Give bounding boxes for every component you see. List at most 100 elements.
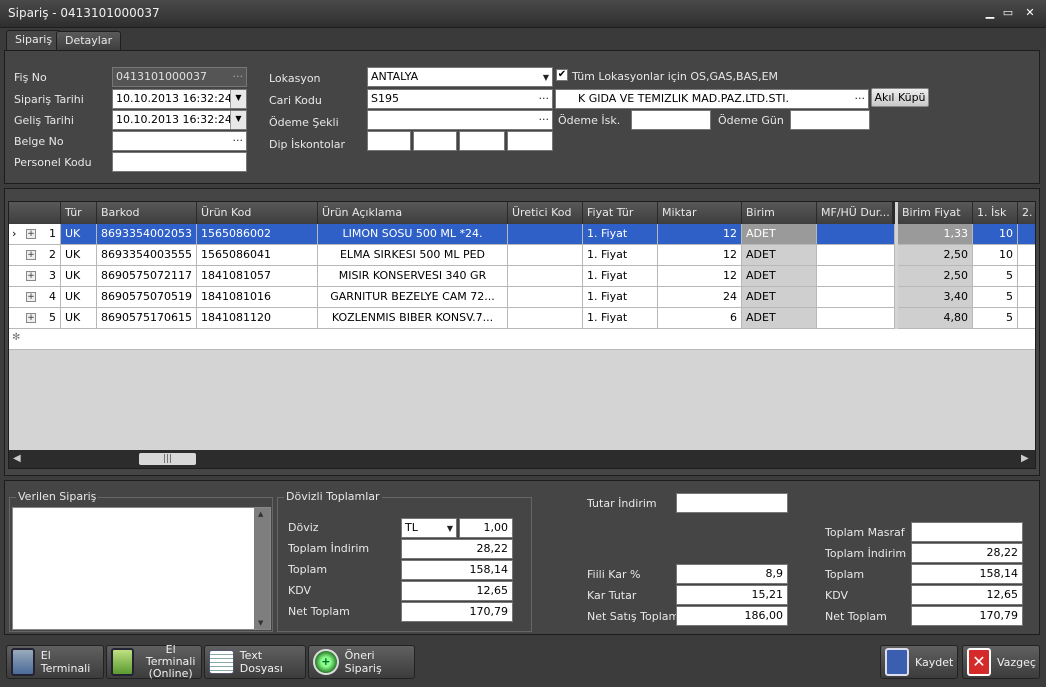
cell-urun-aciklama[interactable]: KOZLENMIS BIBER KONSV.7... <box>318 308 508 329</box>
odeme-gun-field[interactable] <box>790 110 870 130</box>
cell-mf-hu[interactable] <box>817 287 895 308</box>
odeme-sekli-field[interactable]: ··· <box>367 110 553 130</box>
personel-kodu-field[interactable] <box>112 152 247 172</box>
scroll-left-icon[interactable]: ◀ <box>13 453 21 464</box>
cell-birim[interactable]: ADET <box>742 287 817 308</box>
cell-mf-hu[interactable] <box>817 224 895 245</box>
cell-urun-aciklama[interactable]: ELMA SIRKESI 500 ML PED <box>318 245 508 266</box>
memo-scrollbar[interactable]: ▲ ▼ <box>254 508 270 629</box>
cell-urun-aciklama[interactable]: GARNITUR BEZELYE CAM 72... <box>318 287 508 308</box>
dov-toplam-indirim-field[interactable]: 28,22 <box>401 539 513 559</box>
cari-unvan-field[interactable]: K GIDA VE TEMIZLIK MAD.PAZ.LTD.STI. ··· <box>555 89 869 109</box>
cell-urun-kod[interactable]: 1841081057 <box>197 266 318 287</box>
cell-birim-fiyat[interactable]: 2,50 <box>898 266 973 287</box>
verilen-siparis-memo[interactable]: ▲ ▼ <box>12 507 271 630</box>
cell-barkod[interactable]: 8690575072117 <box>97 266 197 287</box>
cell-isk1[interactable]: 5 <box>973 308 1018 329</box>
cell-fiyat-tur[interactable]: 1. Fiyat <box>583 287 658 308</box>
scroll-down-icon[interactable]: ▼ <box>258 619 263 627</box>
dov-net-toplam-field[interactable]: 170,79 <box>401 602 513 622</box>
toplam-indirim-field[interactable]: 28,22 <box>911 543 1023 563</box>
toplam-masraf-field[interactable] <box>911 522 1023 542</box>
ellipsis-icon[interactable]: ··· <box>233 132 244 150</box>
new-row[interactable]: ✻ <box>9 329 1035 350</box>
cell-miktar[interactable]: 12 <box>658 245 742 266</box>
expand-row-icon[interactable]: + <box>26 250 36 260</box>
cell-birim[interactable]: ADET <box>742 224 817 245</box>
kaydet-button[interactable]: Kaydet <box>880 645 958 679</box>
table-row[interactable]: +3 UK 8690575072117 1841081057 MISIR KONSERV… <box>9 266 1035 287</box>
col-header-isk2[interactable]: 2. <box>1018 202 1035 224</box>
col-header-fiyat-tur[interactable]: Fiyat Tür <box>583 202 658 224</box>
minimize-icon[interactable]: ▁ <box>982 6 998 20</box>
cell-miktar[interactable]: 12 <box>658 266 742 287</box>
dip-iskonto-3-field[interactable] <box>459 131 505 151</box>
cell-urun-aciklama[interactable]: MISIR KONSERVESI 340 GR <box>318 266 508 287</box>
expand-row-icon[interactable]: + <box>26 229 36 239</box>
cell-miktar[interactable]: 12 <box>658 224 742 245</box>
cell-tur[interactable]: UK <box>61 287 97 308</box>
cell-barkod[interactable]: 8693354002053 <box>97 224 197 245</box>
table-row[interactable]: › +1 UK 8693354002053 1565086002 LIMON SOSU 5… <box>9 224 1035 245</box>
cell-mf-hu[interactable] <box>817 308 895 329</box>
el-terminali-button[interactable]: El Terminali <box>6 645 104 679</box>
cell-isk1[interactable]: 5 <box>973 287 1018 308</box>
toplam-field[interactable]: 158,14 <box>911 564 1023 584</box>
cell-isk1[interactable]: 10 <box>973 245 1018 266</box>
col-header-birim[interactable]: Birim <box>742 202 817 224</box>
cell-mf-hu[interactable] <box>817 266 895 287</box>
cell-miktar[interactable]: 6 <box>658 308 742 329</box>
cell-barkod[interactable]: 8693354003555 <box>97 245 197 266</box>
akil-kupu-button[interactable]: Akıl Küpü <box>871 88 929 107</box>
tab-detaylar[interactable]: Detaylar <box>56 31 122 50</box>
odeme-isk-field[interactable] <box>631 110 711 130</box>
el-terminali-online-button[interactable]: El Terminali (Online) <box>106 644 202 680</box>
cell-uretici-kod[interactable] <box>508 245 583 266</box>
cell-uretici-kod[interactable] <box>508 224 583 245</box>
table-row[interactable]: +4 UK 8690575070519 1841081016 GARNITUR BEZE… <box>9 287 1035 308</box>
ellipsis-icon[interactable]: ··· <box>539 90 550 108</box>
cell-birim[interactable]: ADET <box>742 308 817 329</box>
row-header[interactable]: +5 <box>9 308 61 329</box>
net-toplam-field[interactable]: 170,79 <box>911 606 1023 626</box>
doviz-select[interactable]: TL ▼ <box>401 518 457 538</box>
cell-birim[interactable]: ADET <box>742 245 817 266</box>
cell-isk2[interactable] <box>1018 224 1035 245</box>
fiili-kar-field[interactable]: 8,9 <box>676 564 788 584</box>
siparis-tarihi-field[interactable]: 10.10.2013 16:32:24 ▼ <box>112 89 247 109</box>
belge-no-field[interactable]: ··· <box>112 131 247 151</box>
cell-barkod[interactable]: 8690575070519 <box>97 287 197 308</box>
cell-tur[interactable]: UK <box>61 266 97 287</box>
row-header[interactable]: +2 <box>9 245 61 266</box>
expand-row-icon[interactable]: + <box>26 292 36 302</box>
gelis-tarihi-field[interactable]: 10.10.2013 16:32:24 ▼ <box>112 110 247 130</box>
dropdown-arrow-icon[interactable]: ▼ <box>230 90 246 108</box>
close-icon[interactable]: ✕ <box>1022 6 1038 20</box>
dov-kdv-field[interactable]: 12,65 <box>401 581 513 601</box>
cell-birim-fiyat[interactable]: 1,33 <box>898 224 973 245</box>
col-header-urun-kod[interactable]: Ürün Kod <box>197 202 318 224</box>
tab-siparis[interactable]: Sipariş <box>6 30 62 50</box>
ellipsis-icon[interactable]: ··· <box>855 90 866 108</box>
kdv-field[interactable]: 12,65 <box>911 585 1023 605</box>
scroll-right-icon[interactable]: ▶ <box>1021 453 1029 464</box>
tum-lokasyon-checkbox[interactable]: ✔ <box>556 69 568 81</box>
cell-isk2[interactable] <box>1018 308 1035 329</box>
expand-row-icon[interactable]: + <box>26 271 36 281</box>
cell-isk1[interactable]: 5 <box>973 266 1018 287</box>
cell-miktar[interactable]: 24 <box>658 287 742 308</box>
col-header-miktar[interactable]: Miktar <box>658 202 742 224</box>
cell-tur[interactable]: UK <box>61 245 97 266</box>
table-row[interactable]: +2 UK 8693354003555 1565086041 ELMA SIRKESI … <box>9 245 1035 266</box>
dip-iskonto-1-field[interactable] <box>367 131 411 151</box>
dip-iskonto-4-field[interactable] <box>507 131 553 151</box>
cell-birim-fiyat[interactable]: 3,40 <box>898 287 973 308</box>
cell-uretici-kod[interactable] <box>508 266 583 287</box>
cell-uretici-kod[interactable] <box>508 308 583 329</box>
cell-urun-kod[interactable]: 1841081120 <box>197 308 318 329</box>
cari-kodu-field[interactable]: S195 ··· <box>367 89 553 109</box>
cell-isk1[interactable]: 10 <box>973 224 1018 245</box>
dip-iskonto-2-field[interactable] <box>413 131 457 151</box>
cell-fiyat-tur[interactable]: 1. Fiyat <box>583 308 658 329</box>
cell-urun-aciklama[interactable]: LIMON SOSU 500 ML *24. <box>318 224 508 245</box>
